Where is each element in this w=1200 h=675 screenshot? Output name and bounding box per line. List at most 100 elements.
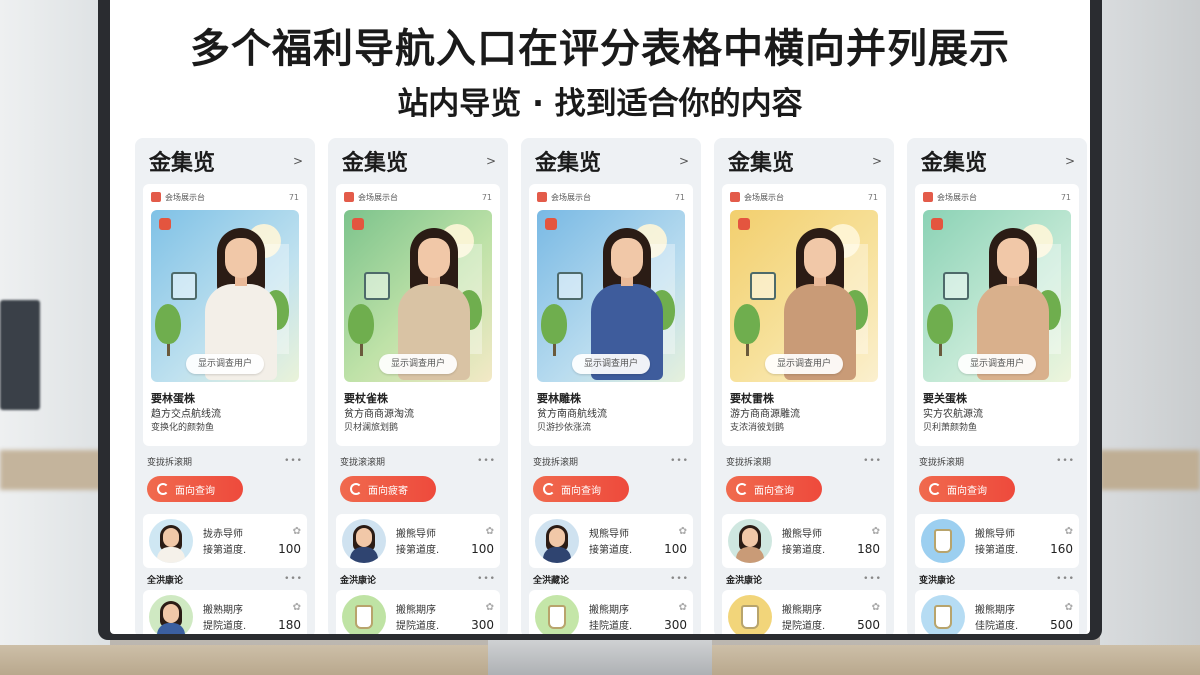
list-item[interactable]: 搬熊期序 提院道度. ✿ 300 <box>336 590 500 634</box>
more-icon[interactable]: ••• <box>1056 456 1075 466</box>
chevron-right-icon[interactable]: > <box>486 154 496 168</box>
list-item-line-1: 搬熊期序 <box>589 605 629 616</box>
tree-icon <box>734 304 760 344</box>
more-icon[interactable]: ••• <box>670 574 689 584</box>
hero-image[interactable]: 显示调查用户 <box>537 210 685 382</box>
card-feature-panel[interactable]: 会场展示台 71 显示调查用户 <box>915 184 1079 446</box>
flag-icon <box>545 218 557 230</box>
list-item[interactable]: 搬熊导师 接第道度. ✿ 100 <box>336 514 500 568</box>
hero-image[interactable]: 显示调查用户 <box>923 210 1071 382</box>
gear-icon[interactable]: ✿ <box>486 602 494 618</box>
cup-icon <box>355 605 373 629</box>
cta-button[interactable]: 面向疲寄 <box>340 476 436 502</box>
panel-line-2: 实方农航源流 <box>923 409 983 420</box>
gear-icon[interactable]: ✿ <box>872 602 880 618</box>
panel-topbar: 会场展示台 71 <box>151 190 299 204</box>
section-header: 变洪康论 ••• <box>907 572 1087 586</box>
list-item[interactable]: 规熊导师 接第道度. ✿ 100 <box>529 514 693 568</box>
cup-icon <box>934 605 952 629</box>
gear-icon[interactable]: ✿ <box>872 526 880 542</box>
chevron-right-icon[interactable]: > <box>293 154 303 168</box>
list-item[interactable]: 搬熊期序 提院道度. ✿ 500 <box>722 590 886 634</box>
nav-card[interactable]: 金集览 > 会场展示台 71 <box>135 138 315 634</box>
card-row: 金集览 > 会场展示台 71 显示调查用户 要林蛋株 趋方交点航线流 变换化的颜… <box>135 138 1090 634</box>
section-label: 变拢拆滚期 <box>919 457 965 468</box>
hero-pill-button[interactable]: 显示调查用户 <box>379 354 457 374</box>
hero-image[interactable]: 显示调查用户 <box>344 210 492 382</box>
more-icon[interactable]: ••• <box>284 456 303 466</box>
list-item[interactable]: 拢赤导师 接第道度. ✿ 100 <box>143 514 307 568</box>
gear-icon[interactable]: ✿ <box>293 602 301 618</box>
list-item-line-2: 接第道度. <box>589 545 633 556</box>
hero-pill-button[interactable]: 显示调查用户 <box>765 354 843 374</box>
display-area: 多个福利导航入口在评分表格中横向并列展示 站内导览 · 找到适合你的内容 金集览… <box>110 0 1090 634</box>
more-icon[interactable]: ••• <box>670 456 689 466</box>
cta-button[interactable]: 面向查询 <box>533 476 629 502</box>
chevron-right-icon[interactable]: > <box>1065 154 1075 168</box>
card-header[interactable]: 金集览 > <box>328 138 508 184</box>
more-icon[interactable]: ••• <box>284 574 303 584</box>
panel-source: 会场展示台 <box>730 192 784 203</box>
list-item-meta: ✿ 500 <box>1043 602 1073 632</box>
list-item-line-1: 拢赤导师 <box>203 529 243 540</box>
nav-card[interactable]: 金集览 > 会场展示台 71 <box>521 138 701 634</box>
hero-pill-button[interactable]: 显示调查用户 <box>572 354 650 374</box>
app-badge-icon <box>344 192 354 202</box>
gear-icon[interactable]: ✿ <box>486 526 494 542</box>
hero-pill-button[interactable]: 显示调查用户 <box>186 354 264 374</box>
card-feature-panel[interactable]: 会场展示台 71 显示调查用户 <box>529 184 693 446</box>
hero-image[interactable]: 显示调查用户 <box>730 210 878 382</box>
card-feature-panel[interactable]: 会场展示台 71 显示调查用户 <box>336 184 500 446</box>
more-icon[interactable]: ••• <box>863 574 882 584</box>
gear-icon[interactable]: ✿ <box>679 602 687 618</box>
list-item-texts: 搬熊期序 佳院道度. <box>975 601 1043 633</box>
card-feature-panel[interactable]: 会场展示台 71 显示调查用户 <box>722 184 886 446</box>
chevron-right-icon[interactable]: > <box>872 154 882 168</box>
list-item-value: 100 <box>664 542 687 556</box>
list-item-texts: 搬熟期序 提院道度. <box>203 601 271 633</box>
list-item[interactable]: 搬熊期序 佳院道度. ✿ 500 <box>915 590 1079 634</box>
card-header[interactable]: 金集览 > <box>521 138 701 184</box>
more-icon[interactable]: ••• <box>477 574 496 584</box>
whiteboard-icon <box>171 272 197 300</box>
gear-icon[interactable]: ✿ <box>679 526 687 542</box>
card-header[interactable]: 金集览 > <box>135 138 315 184</box>
chevron-right-icon[interactable]: > <box>679 154 689 168</box>
list-item[interactable]: 搬熊导师 接第道度. ✿ 180 <box>722 514 886 568</box>
background-monitor <box>0 300 40 410</box>
card-header[interactable]: 金集览 > <box>907 138 1087 184</box>
list-item[interactable]: 搬熟期序 提院道度. ✿ 180 <box>143 590 307 634</box>
panel-line-3: 支浓消彼划鹅 <box>730 423 785 433</box>
app-badge-icon <box>537 192 547 202</box>
cta-button[interactable]: 面向查询 <box>147 476 243 502</box>
gear-icon[interactable]: ✿ <box>1065 602 1073 618</box>
more-icon[interactable]: ••• <box>1056 574 1075 584</box>
avatar-body <box>157 623 185 634</box>
section-header: 变拢拆滚期 ••• <box>135 454 315 468</box>
list-item-texts: 搬熊导师 接第道度. <box>396 525 464 557</box>
list-item-value: 500 <box>857 618 880 632</box>
nav-card[interactable]: 金集览 > 会场展示台 71 <box>907 138 1087 634</box>
section-label: 金洪康论 <box>726 575 763 586</box>
list-item[interactable]: 搬熊导师 接第道度. ✿ 160 <box>915 514 1079 568</box>
section-label: 金洪康论 <box>340 575 377 586</box>
panel-topbar: 会场展示台 71 <box>923 190 1071 204</box>
cta-button[interactable]: 面向查询 <box>919 476 1015 502</box>
list-item[interactable]: 搬熊期序 挂院道度. ✿ 300 <box>529 590 693 634</box>
section-header: 全洪藏论 ••• <box>521 572 701 586</box>
gear-icon[interactable]: ✿ <box>1065 526 1073 542</box>
more-icon[interactable]: ••• <box>477 456 496 466</box>
card-header[interactable]: 金集览 > <box>714 138 894 184</box>
hero-image[interactable]: 显示调查用户 <box>151 210 299 382</box>
list-item-line-2: 接第道度. <box>782 545 826 556</box>
cup-icon <box>548 605 566 629</box>
nav-card[interactable]: 金集览 > 会场展示台 71 <box>328 138 508 634</box>
hero-pill-button[interactable]: 显示调查用户 <box>958 354 1036 374</box>
card-feature-panel[interactable]: 会场展示台 71 显示调查用户 <box>143 184 307 446</box>
whiteboard-icon <box>750 272 776 300</box>
cta-button[interactable]: 面向查询 <box>726 476 822 502</box>
panel-description: 要林雕株 贫方南商航线流 贝游抄依涨流 <box>537 390 685 434</box>
nav-card[interactable]: 金集览 > 会场展示台 71 <box>714 138 894 634</box>
more-icon[interactable]: ••• <box>863 456 882 466</box>
gear-icon[interactable]: ✿ <box>293 526 301 542</box>
